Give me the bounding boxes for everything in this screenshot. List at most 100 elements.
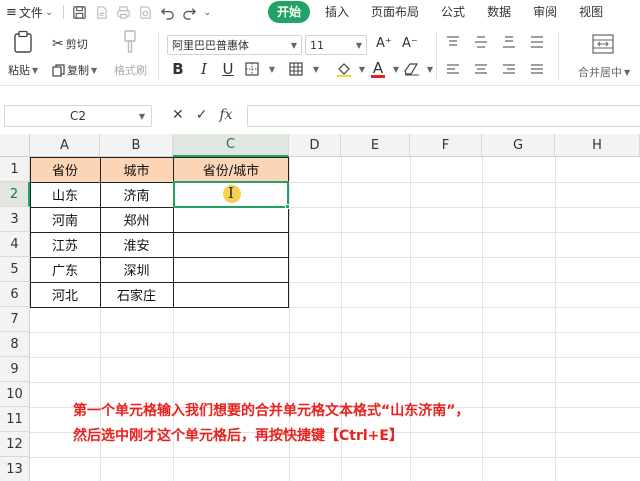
export-pdf-icon[interactable] xyxy=(90,1,112,23)
chevron-down-icon[interactable]: ▼ xyxy=(306,59,326,79)
tab-view[interactable]: 视图 xyxy=(568,1,614,23)
merge-center-button[interactable]: 合并居中 ▼ xyxy=(578,64,630,80)
print-preview-icon[interactable] xyxy=(134,1,156,23)
instruction-caption-line2: 然后选中刚才这个单元格后，再按快捷键【Ctrl+E】 xyxy=(73,428,403,444)
border-icon[interactable] xyxy=(242,59,262,79)
confirm-icon[interactable]: ✓ xyxy=(196,107,208,123)
column-header-d[interactable]: D xyxy=(289,134,341,157)
eraser-icon[interactable] xyxy=(402,59,422,79)
table-cell[interactable]: 河北 xyxy=(30,282,100,307)
table-header-cell[interactable]: 省份 xyxy=(30,157,100,182)
tab-review[interactable]: 审阅 xyxy=(522,1,568,23)
row-header-5[interactable]: 5 xyxy=(0,257,30,282)
row-header-9[interactable]: 9 xyxy=(0,357,30,382)
format-painter-button[interactable]: 格式刷 xyxy=(114,62,147,78)
column-header-e[interactable]: E xyxy=(341,134,410,157)
fill-color-icon[interactable] xyxy=(334,59,354,79)
font-name-select[interactable]: 阿里巴巴普惠体 ▼ xyxy=(167,35,302,55)
hamburger-icon: ≡ xyxy=(6,4,17,20)
table-cell[interactable]: 淮安 xyxy=(100,232,173,257)
undo-icon[interactable] xyxy=(156,1,178,23)
align-top-icon[interactable] xyxy=(446,36,460,48)
redo-icon[interactable] xyxy=(178,1,200,23)
cancel-icon[interactable]: ✕ xyxy=(172,107,184,123)
font-size-select[interactable]: 11 ▼ xyxy=(305,35,367,55)
decrease-font-button[interactable]: A⁻ xyxy=(402,36,418,51)
row-header-7[interactable]: 7 xyxy=(0,307,30,332)
table-cell[interactable]: 郑州 xyxy=(100,207,173,232)
cut-button[interactable]: ✂ 剪切 xyxy=(52,36,88,52)
tab-home[interactable]: 开始 xyxy=(268,1,311,23)
column-header-g[interactable]: G xyxy=(482,134,555,157)
underline-button[interactable]: U xyxy=(218,59,238,79)
tab-page-layout[interactable]: 页面布局 xyxy=(360,1,430,23)
table-cell[interactable]: 河南 xyxy=(30,207,100,232)
table-cell[interactable]: 山东 xyxy=(30,182,100,207)
table-cell[interactable] xyxy=(173,207,289,232)
table-cell[interactable] xyxy=(173,232,289,257)
row-header-4[interactable]: 4 xyxy=(0,232,30,257)
menu-bar: ≡ 文件 ⌄ ⌄ 开始 插入 页面布局 公式 数据 审阅 视图 xyxy=(0,0,640,24)
italic-button[interactable]: I xyxy=(194,59,214,79)
column-header-b[interactable]: B xyxy=(100,134,173,157)
tab-data[interactable]: 数据 xyxy=(476,1,522,23)
column-header-f[interactable]: F xyxy=(410,134,482,157)
align-right-icon[interactable] xyxy=(502,64,516,76)
select-all-corner[interactable] xyxy=(0,134,30,157)
increase-font-button[interactable]: A⁺ xyxy=(376,36,392,51)
bold-button[interactable]: B xyxy=(168,59,188,79)
name-box[interactable]: C2 ▼ xyxy=(4,105,152,127)
formula-input[interactable] xyxy=(247,105,640,127)
merge-cells-icon[interactable] xyxy=(592,34,614,54)
save-icon[interactable] xyxy=(68,1,90,23)
divider xyxy=(436,32,437,80)
column-header-a[interactable]: A xyxy=(30,134,100,157)
table-cell[interactable]: 深圳 xyxy=(100,257,173,282)
row-header-12[interactable]: 12 xyxy=(0,432,30,457)
table-cell[interactable] xyxy=(173,257,289,282)
text-wrap-icon[interactable] xyxy=(530,36,544,48)
file-menu[interactable]: ≡ 文件 ⌄ xyxy=(0,1,59,23)
table-cell[interactable]: 石家庄 xyxy=(100,282,173,307)
customize-chevron-icon[interactable]: ⌄ xyxy=(200,1,214,23)
row-header-3[interactable]: 3 xyxy=(0,207,30,232)
font-name-value: 阿里巴巴普惠体 xyxy=(172,39,249,52)
row-header-8[interactable]: 8 xyxy=(0,332,30,357)
paste-icon[interactable] xyxy=(12,30,34,54)
table-cell[interactable]: 江苏 xyxy=(30,232,100,257)
row-header-13[interactable]: 13 xyxy=(0,457,30,481)
align-middle-icon[interactable] xyxy=(474,36,488,48)
column-header-c[interactable]: C xyxy=(173,134,289,157)
table-header-cell[interactable]: 省份/城市 xyxy=(173,157,289,182)
paste-button[interactable]: 粘贴 ▼ xyxy=(8,62,38,78)
align-bottom-icon[interactable] xyxy=(502,36,516,48)
merge-center-label: 合并居中 xyxy=(578,66,622,79)
row-header-2[interactable]: 2 xyxy=(0,182,30,207)
justify-icon[interactable] xyxy=(530,64,544,76)
align-center-icon[interactable] xyxy=(474,64,488,76)
row-header-11[interactable]: 11 xyxy=(0,407,30,432)
column-header-h[interactable]: H xyxy=(555,134,640,157)
fill-handle[interactable] xyxy=(285,204,290,209)
row-header-6[interactable]: 6 xyxy=(0,282,30,307)
copy-button[interactable]: 复制 ▼ xyxy=(52,62,97,78)
tab-formulas[interactable]: 公式 xyxy=(430,1,476,23)
print-icon[interactable] xyxy=(112,1,134,23)
table-header-cell[interactable]: 城市 xyxy=(100,157,173,182)
chevron-down-icon[interactable]: ▼ xyxy=(420,59,440,79)
brush-icon[interactable] xyxy=(121,30,139,54)
tab-insert[interactable]: 插入 xyxy=(314,1,360,23)
divider xyxy=(63,5,65,19)
chevron-down-icon[interactable]: ▼ xyxy=(262,59,282,79)
grid-icon[interactable] xyxy=(286,59,306,79)
text-cursor-icon: I xyxy=(228,184,234,202)
gridline xyxy=(30,382,640,383)
table-cell[interactable]: 济南 xyxy=(100,182,173,207)
row-header-10[interactable]: 10 xyxy=(0,382,30,407)
font-color-button[interactable]: A xyxy=(368,59,388,79)
table-cell[interactable]: 广东 xyxy=(30,257,100,282)
table-cell[interactable] xyxy=(173,282,289,307)
row-header-1[interactable]: 1 xyxy=(0,157,30,182)
align-left-icon[interactable] xyxy=(446,64,460,76)
function-icon[interactable]: fx xyxy=(219,107,232,123)
